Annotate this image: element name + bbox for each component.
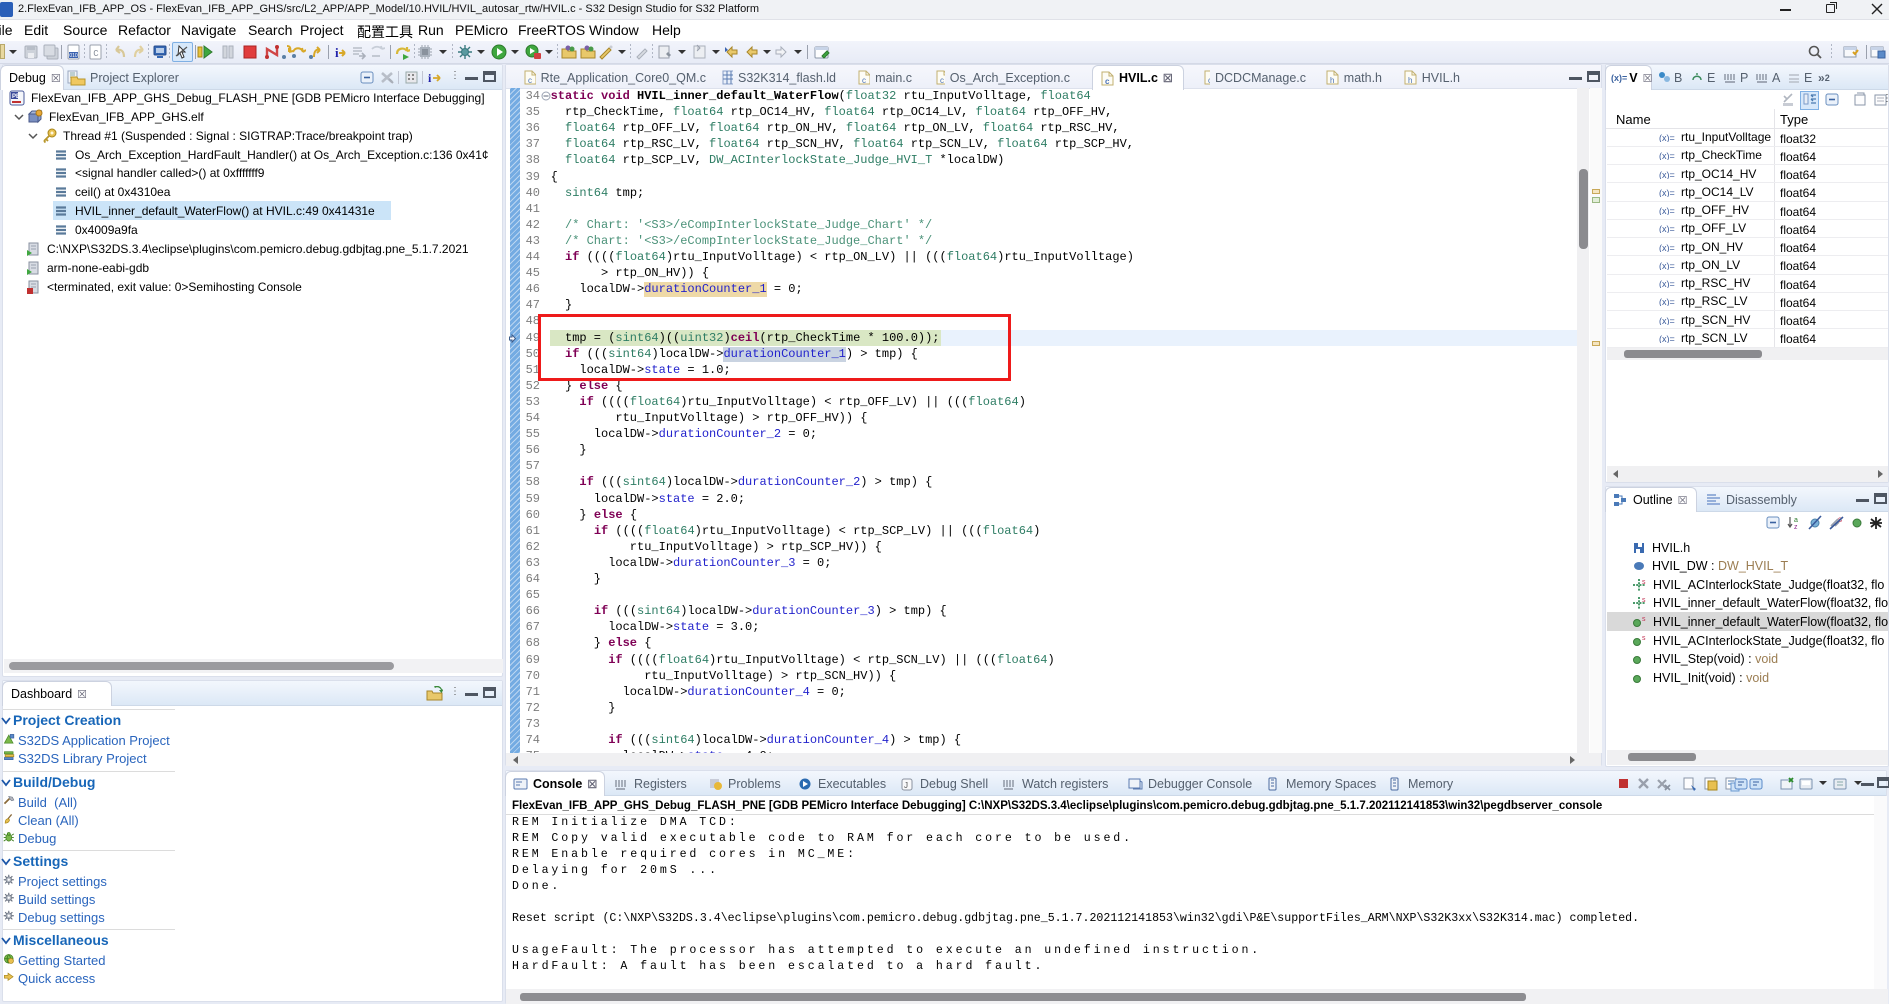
svg-text:(x)=: (x)=: [1659, 188, 1675, 197]
svg-text:(x)=: (x)=: [1659, 279, 1675, 288]
svg-text:(x)=: (x)=: [1659, 334, 1675, 343]
svg-text:(x)=: (x)=: [1659, 243, 1675, 252]
svg-text:(x)=: (x)=: [1659, 224, 1675, 233]
svg-text:s: s: [1642, 616, 1646, 623]
svg-text:PE: PE: [12, 94, 20, 100]
svg-text:i: i: [335, 45, 339, 60]
svg-text:c: c: [1105, 77, 1110, 86]
svg-text:J: J: [904, 781, 908, 790]
svg-text:c: c: [940, 76, 944, 85]
svg-text:C: C: [93, 49, 99, 59]
svg-text:(x)=: (x)=: [1659, 133, 1675, 142]
svg-text:c: c: [1208, 76, 1210, 85]
svg-text:(x)=: (x)=: [1659, 297, 1675, 306]
svg-text:a: a: [1794, 517, 1798, 524]
svg-text:010: 010: [69, 53, 78, 59]
svg-text:h: h: [1408, 76, 1412, 85]
svg-text:c: c: [528, 76, 532, 85]
svg-text:c: c: [862, 76, 866, 85]
svg-text:s: s: [1642, 635, 1646, 642]
svg-text:(x)=: (x)=: [1659, 261, 1675, 270]
svg-text:i: i: [428, 71, 432, 85]
svg-text:h: h: [1330, 76, 1334, 85]
svg-text:(x)=: (x)=: [1659, 316, 1675, 325]
svg-text:(x)=: (x)=: [1659, 170, 1675, 179]
svg-text:s: s: [1642, 579, 1646, 586]
svg-text:(x)=: (x)=: [1659, 151, 1675, 160]
svg-text:(x)=: (x)=: [1659, 206, 1675, 215]
svg-text:z: z: [1794, 524, 1798, 531]
svg-text:s: s: [1642, 597, 1646, 604]
